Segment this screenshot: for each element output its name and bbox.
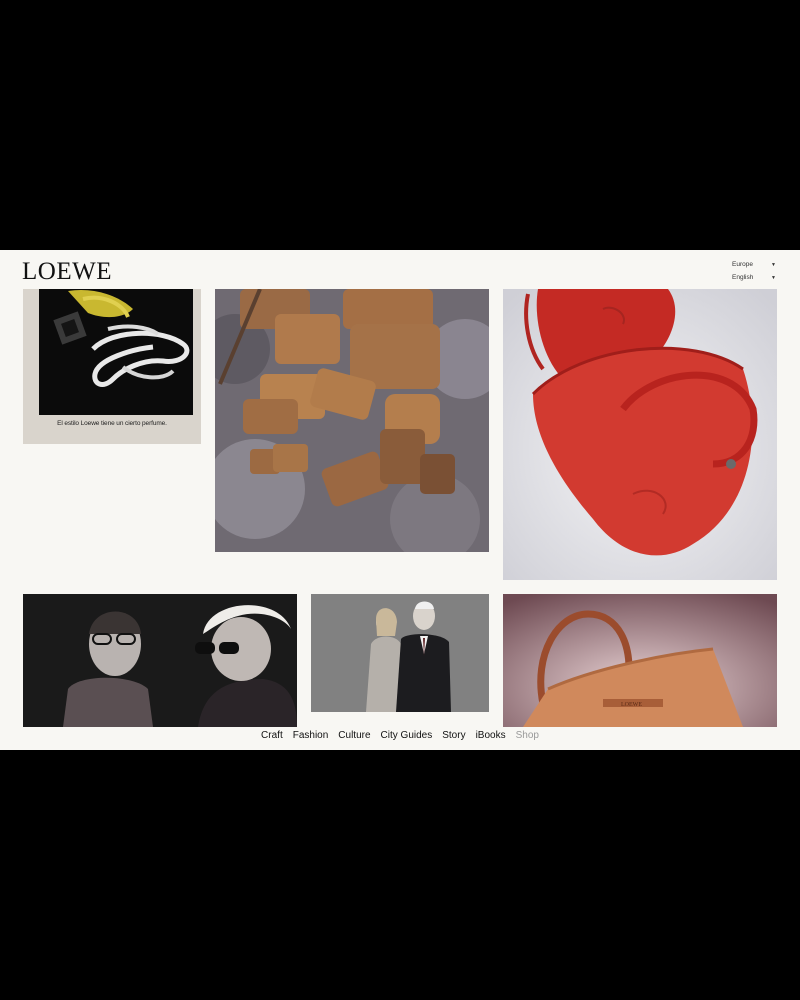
nav-story[interactable]: Story (442, 730, 465, 741)
tile-portrait-couple[interactable] (311, 594, 489, 712)
nav-city-guides[interactable]: City Guides (381, 730, 433, 741)
nav-fashion[interactable]: Fashion (293, 730, 329, 741)
nav-culture[interactable]: Culture (338, 730, 370, 741)
region-select[interactable]: Europe ▼ (732, 258, 776, 271)
nav-craft[interactable]: Craft (261, 730, 283, 741)
language-label: English (732, 274, 754, 281)
perfume-ad-caption: El estilo Loewe tiene un cierto perfume. (57, 420, 167, 427)
portrait-couple-image (311, 594, 489, 712)
loewe-logo[interactable]: LOEWE (22, 258, 112, 286)
tile-tan-bag[interactable]: LOEWE (503, 594, 777, 727)
nav-ibooks[interactable]: iBooks (476, 730, 506, 741)
site-frame: LOEWE Europe ▼ English ▼ El estilo Loewe… (0, 250, 800, 750)
tile-red-bag[interactable] (503, 289, 777, 580)
tile-perfume-ad[interactable]: El estilo Loewe tiene un cierto perfume. (23, 289, 201, 444)
main-nav: Craft Fashion Culture City Guides Story … (0, 730, 800, 741)
chevron-down-icon: ▼ (771, 274, 776, 281)
portrait-two-men-image (23, 594, 297, 727)
suede-bags-image (215, 289, 489, 552)
tile-portrait-two-men[interactable] (23, 594, 297, 727)
tan-bag-image: LOEWE (503, 594, 777, 727)
tile-suede-bags[interactable] (215, 289, 489, 552)
region-label: Europe (732, 261, 753, 268)
red-bag-image (503, 289, 777, 580)
nav-shop[interactable]: Shop (516, 730, 539, 741)
chevron-down-icon: ▼ (771, 261, 776, 268)
svg-text:LOEWE: LOEWE (621, 702, 642, 708)
language-select[interactable]: English ▼ (732, 271, 776, 284)
locale-selectors: Europe ▼ English ▼ (732, 258, 776, 284)
